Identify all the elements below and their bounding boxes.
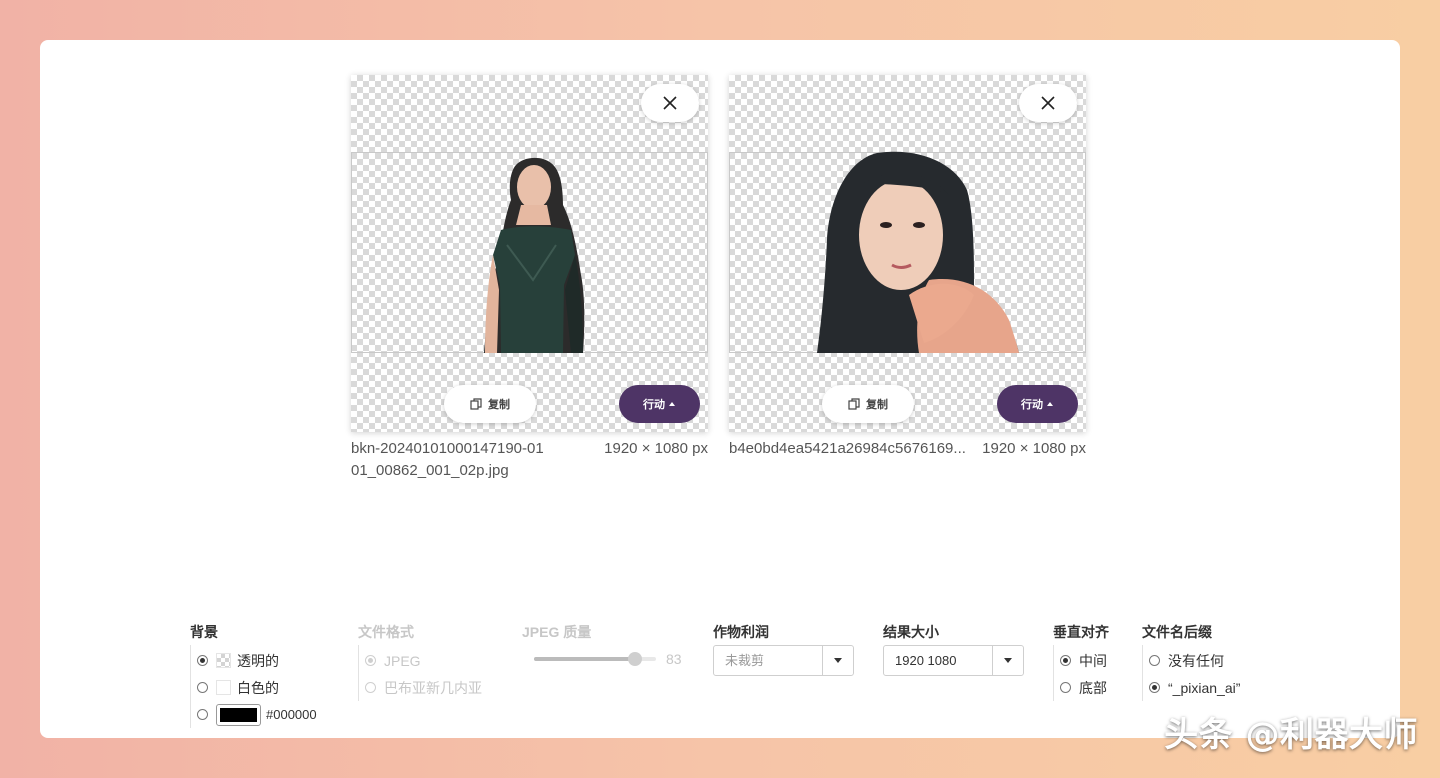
copy-icon xyxy=(848,398,860,410)
valign-bottom-label: 底部 xyxy=(1079,679,1107,696)
suffix-radio-group: 没有任何 “_pixian_ai” xyxy=(1142,645,1240,701)
radio-button[interactable] xyxy=(197,682,208,693)
quality-value: 83 xyxy=(666,651,682,667)
dropdown-toggle[interactable] xyxy=(823,646,853,675)
valign-option: 垂直对齐 中间 底部 xyxy=(1053,622,1109,701)
action-label: 行动 xyxy=(1021,399,1043,411)
suffix-heading: 文件名后缀 xyxy=(1142,624,1212,640)
dropdown-toggle[interactable] xyxy=(993,646,1023,675)
suffix-none-option[interactable]: 没有任何 xyxy=(1149,647,1240,674)
image-preview: 复制 行动 xyxy=(351,75,708,432)
radio-button[interactable] xyxy=(1060,682,1071,693)
background-white-option[interactable]: 白色的 xyxy=(197,674,317,701)
color-picker[interactable] xyxy=(216,703,261,726)
valign-heading: 垂直对齐 xyxy=(1053,624,1109,640)
caret-up-icon xyxy=(669,402,675,406)
radio-button[interactable] xyxy=(1060,655,1071,666)
format-option: 文件格式 JPEG 巴布亚新几内亚 xyxy=(358,622,482,701)
action-label: 行动 xyxy=(643,399,665,411)
radio-button[interactable] xyxy=(197,655,208,666)
radio-button[interactable] xyxy=(365,655,376,666)
suffix-pixian-option[interactable]: “_pixian_ai” xyxy=(1149,674,1240,701)
image-dimensions: 1920 × 1080 px xyxy=(604,440,708,457)
crop-select[interactable]: 未裁剪 xyxy=(713,645,854,676)
format-png-option[interactable]: 巴布亚新几内亚 xyxy=(365,674,482,701)
format-heading: 文件格式 xyxy=(358,624,414,640)
size-select-value: 1920 1080 xyxy=(884,646,993,675)
transparent-swatch-icon xyxy=(216,653,231,668)
copy-button[interactable]: 复制 xyxy=(822,385,914,423)
background-color-option[interactable]: #000000 xyxy=(197,701,317,728)
format-radio-group: JPEG 巴布亚新几内亚 xyxy=(358,645,482,701)
background-radio-group: 透明的 白色的 #000000 xyxy=(190,645,317,728)
radio-button[interactable] xyxy=(197,709,208,720)
copy-label: 复制 xyxy=(488,399,510,411)
background-white-label: 白色的 xyxy=(237,679,279,696)
crop-select-value: 未裁剪 xyxy=(714,646,823,675)
close-button[interactable] xyxy=(1019,84,1077,122)
suffix-option: 文件名后缀 没有任何 “_pixian_ai” xyxy=(1142,622,1240,701)
close-icon xyxy=(1041,96,1055,110)
caret-down-icon xyxy=(834,658,842,663)
image-card: 复制 行动 bkn-20240101000147190-0101_00862_0… xyxy=(351,75,708,482)
color-value: #000000 xyxy=(266,707,317,722)
file-name: b4e0bd4ea5421a26984c5676169... xyxy=(729,440,966,457)
valign-radio-group: 中间 底部 xyxy=(1053,645,1109,701)
image-card: 复制 行动 b4e0bd4ea5421a26984c5676169... 192… xyxy=(729,75,1086,460)
action-button[interactable]: 行动 xyxy=(997,385,1078,423)
caret-up-icon xyxy=(1047,402,1053,406)
format-jpeg-label: JPEG xyxy=(384,652,421,669)
file-name: bkn-20240101000147190-0101_00862_001_02p… xyxy=(351,440,544,479)
format-jpeg-option[interactable]: JPEG xyxy=(365,647,482,674)
radio-button[interactable] xyxy=(365,682,376,693)
main-panel: 复制 行动 bkn-20240101000147190-0101_00862_0… xyxy=(40,40,1400,738)
quality-option: JPEG 质量 83 xyxy=(522,622,682,667)
crop-heading: 作物利润 xyxy=(713,624,769,640)
copy-label: 复制 xyxy=(866,399,888,411)
valign-middle-label: 中间 xyxy=(1079,652,1107,669)
valign-bottom-option[interactable]: 底部 xyxy=(1060,674,1109,701)
valign-middle-option[interactable]: 中间 xyxy=(1060,647,1109,674)
copy-button[interactable]: 复制 xyxy=(444,385,536,423)
size-option: 结果大小 1920 1080 xyxy=(883,622,1024,676)
caret-down-icon xyxy=(1004,658,1012,663)
background-heading: 背景 xyxy=(190,624,218,640)
size-heading: 结果大小 xyxy=(883,624,939,640)
white-swatch-icon xyxy=(216,680,231,695)
image-preview: 复制 行动 xyxy=(729,75,1086,432)
close-icon xyxy=(663,96,677,110)
slider-handle[interactable] xyxy=(628,652,643,666)
radio-button[interactable] xyxy=(1149,655,1160,666)
person-cutout-image xyxy=(817,151,1019,353)
size-select[interactable]: 1920 1080 xyxy=(883,645,1024,676)
format-png-label: 巴布亚新几内亚 xyxy=(384,679,482,696)
action-button[interactable]: 行动 xyxy=(619,385,700,423)
copy-icon xyxy=(470,398,482,410)
crop-option: 作物利润 未裁剪 xyxy=(713,622,854,676)
background-transparent-option[interactable]: 透明的 xyxy=(197,647,317,674)
suffix-pixian-label: “_pixian_ai” xyxy=(1168,679,1241,696)
quality-slider[interactable] xyxy=(534,652,656,666)
background-transparent-label: 透明的 xyxy=(237,652,279,669)
quality-heading: JPEG 质量 xyxy=(522,624,592,640)
suffix-none-label: 没有任何 xyxy=(1168,652,1224,669)
watermark-text: 头条 @利器大师 xyxy=(1164,715,1418,755)
person-cutout-image xyxy=(484,157,585,353)
image-dimensions: 1920 × 1080 px xyxy=(982,440,1086,457)
radio-button[interactable] xyxy=(1149,682,1160,693)
close-button[interactable] xyxy=(641,84,699,122)
background-option: 背景 透明的 白色的 #000000 xyxy=(190,622,317,728)
